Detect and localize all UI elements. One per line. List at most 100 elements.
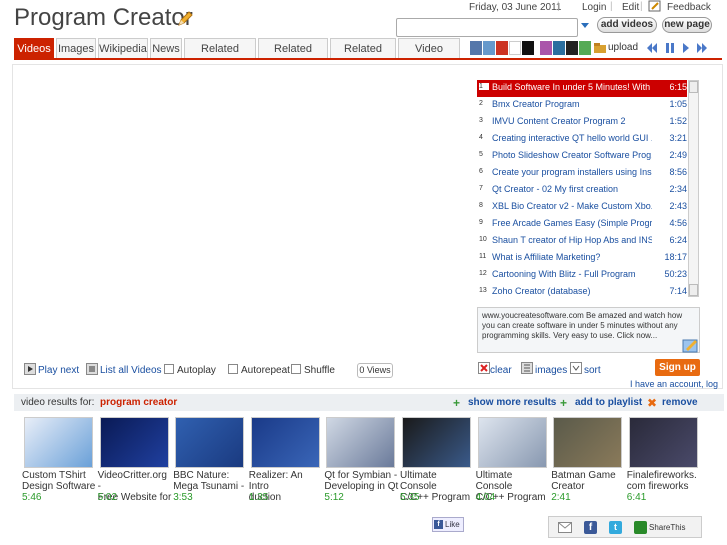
playlist-scrollbar[interactable]	[688, 80, 699, 297]
video-thumbnail[interactable]	[175, 417, 245, 468]
pencil-icon[interactable]	[176, 10, 194, 28]
color-swatch[interactable]	[496, 41, 508, 55]
playlist-item-title[interactable]: Bmx Creator Program	[492, 99, 652, 109]
playlist-item[interactable]: 8 XBL Bio Creator v2 - Make Custom Xbo...…	[477, 199, 687, 216]
play-next-icon[interactable]	[24, 363, 36, 375]
show-more-results-link[interactable]: show more results	[468, 397, 556, 408]
video-thumbnail[interactable]	[250, 417, 320, 468]
playlist-item-title[interactable]: XBL Bio Creator v2 - Make Custom Xbo...	[492, 201, 652, 211]
edit-note-icon[interactable]	[682, 337, 700, 353]
playlist-item[interactable]: 2 Bmx Creator Program 1:05	[477, 97, 687, 114]
chevron-down-icon[interactable]	[581, 23, 589, 28]
clear-link[interactable]: clear	[490, 365, 512, 376]
sign-up-button[interactable]: Sign up	[655, 359, 700, 376]
sort-link[interactable]: sort	[584, 365, 601, 376]
list-all-videos-link[interactable]: List all Videos	[100, 365, 162, 376]
tab-related-people[interactable]: Related People	[184, 38, 256, 75]
login-link[interactable]: Login	[582, 2, 606, 13]
playlist-item[interactable]: 7 Qt Creator - 02 My first creation 2:34	[477, 182, 687, 199]
playlist-item-title[interactable]: Shaun T creator of Hip Hop Abs and INS..…	[492, 235, 652, 245]
scroll-down-icon[interactable]	[689, 284, 698, 296]
color-swatch[interactable]	[566, 41, 578, 55]
tab-related-places[interactable]: Related Places	[258, 38, 328, 75]
upload-icon[interactable]	[593, 42, 607, 54]
tab-wikipedia[interactable]: Wikipedia	[98, 38, 148, 58]
playlist-item-title[interactable]: Create your program installers using Ins…	[492, 167, 652, 177]
color-swatch[interactable]	[579, 41, 591, 55]
playlist-item-title[interactable]: Photo Slideshow Creator Software Prog...	[492, 150, 652, 160]
sort-icon[interactable]	[570, 362, 582, 374]
playlist-item[interactable]: 11 What is Affiliate Marketing? 18:17	[477, 250, 687, 267]
playlist-item[interactable]: 10 Shaun T creator of Hip Hop Abs and INS…	[477, 233, 687, 250]
playlist-item-title[interactable]: Qt Creator - 02 My first creation	[492, 184, 652, 194]
tab-images[interactable]: Images	[56, 38, 96, 58]
playlist-item-title[interactable]: IMVU Content Creator Program 2	[492, 116, 652, 126]
playlist-item[interactable]: 4 Creating interactive QT hello world GUI…	[477, 131, 687, 148]
tab-video-details[interactable]: Video Details	[398, 38, 460, 75]
video-caption[interactable]: Batman Game Creator	[551, 470, 625, 492]
share-icon[interactable]	[634, 521, 647, 534]
tab-videos[interactable]: Videos	[14, 38, 54, 58]
video-thumbnail[interactable]	[24, 417, 93, 468]
color-swatch[interactable]	[509, 41, 521, 55]
new-page-button[interactable]: new page	[662, 17, 712, 33]
playlist-item[interactable]: 3 IMVU Content Creator Program 2 1:52	[477, 114, 687, 131]
playlist-item-title[interactable]: Zoho Creator (database)	[492, 286, 652, 296]
playlist-item[interactable]: 13 Zoho Creator (database) 7:14	[477, 284, 687, 301]
playlist-item-duration: 6:24	[669, 235, 687, 245]
clear-icon[interactable]	[478, 362, 490, 374]
video-thumbnail[interactable]	[99, 417, 169, 468]
play-next-link[interactable]: Play next	[38, 365, 79, 376]
edit-link[interactable]: Edit	[622, 2, 639, 13]
video-caption[interactable]: Finalefireworks. com fireworks	[627, 470, 701, 492]
playlist-item-title[interactable]: Cartooning With Blitz - Full Program	[492, 269, 652, 279]
images-link[interactable]: images	[535, 365, 567, 376]
playlist-item[interactable]: 5 Photo Slideshow Creator Software Prog..…	[477, 148, 687, 165]
video-thumbnail[interactable]	[326, 417, 396, 468]
list-icon[interactable]	[86, 363, 98, 375]
video-thumbnail[interactable]	[628, 417, 698, 468]
pause-icon[interactable]	[666, 43, 674, 53]
video-thumbnail[interactable]	[402, 417, 471, 468]
images-icon[interactable]	[521, 362, 533, 374]
tab-related-sites[interactable]: Related Sites	[330, 38, 396, 75]
video-caption-line: Developing in Qt	[324, 481, 399, 492]
email-icon[interactable]	[558, 522, 572, 533]
tab-news[interactable]: News	[150, 38, 182, 58]
playlist-item-title[interactable]: What is Affiliate Marketing?	[492, 252, 652, 262]
color-swatch[interactable]	[470, 41, 482, 55]
video-thumbnail[interactable]	[477, 417, 547, 468]
video-caption[interactable]: BBC Nature: Mega Tsunami -	[173, 470, 247, 492]
scroll-up-icon[interactable]	[689, 81, 698, 93]
color-swatch[interactable]	[522, 41, 534, 55]
remove-link[interactable]: remove	[662, 397, 698, 408]
add-to-playlist-link[interactable]: add to playlist	[575, 397, 642, 408]
autoplay-checkbox[interactable]	[164, 364, 174, 374]
playlist-item[interactable]: 12 Cartooning With Blitz - Full Program 50…	[477, 267, 687, 284]
twitter-icon[interactable]: t	[609, 521, 622, 534]
facebook-share-icon[interactable]: f	[584, 521, 597, 534]
shuffle-checkbox[interactable]	[291, 364, 301, 374]
feedback-link[interactable]: Feedback	[667, 2, 711, 13]
playlist-item[interactable]: 1 Build Software In under 5 Minutes! With…	[477, 80, 687, 97]
playlist-item-title[interactable]: Creating interactive QT hello world GUI …	[492, 133, 652, 143]
login-account-link[interactable]: I have an account, log	[630, 379, 718, 389]
playlist-item-title[interactable]: Build Software In under 5 Minutes! With …	[492, 82, 652, 92]
share-this-label[interactable]: ShareThis	[649, 523, 685, 532]
video-caption[interactable]: Qt for Symbian - Developing in Qt	[324, 470, 398, 492]
fast-forward-icon[interactable]	[697, 43, 707, 53]
playlist-item[interactable]: 6 Create your program installers using In…	[477, 165, 687, 182]
play-icon[interactable]	[683, 43, 689, 53]
playlist-item-title[interactable]: Free Arcade Games Easy (Simple Progr...	[492, 218, 652, 228]
video-caption[interactable]: Custom TShirt Design Software	[22, 470, 96, 492]
color-swatch[interactable]	[553, 41, 565, 55]
playlist-item[interactable]: 9 Free Arcade Games Easy (Simple Progr...…	[477, 216, 687, 233]
rewind-icon[interactable]	[647, 43, 657, 53]
search-input[interactable]	[396, 18, 578, 37]
color-swatch[interactable]	[540, 41, 552, 55]
add-videos-button[interactable]: add videos	[597, 17, 657, 33]
video-thumbnail[interactable]	[553, 417, 623, 468]
upload-link[interactable]: upload	[608, 42, 638, 53]
color-swatch[interactable]	[483, 41, 495, 55]
autorepeat-checkbox[interactable]	[228, 364, 238, 374]
